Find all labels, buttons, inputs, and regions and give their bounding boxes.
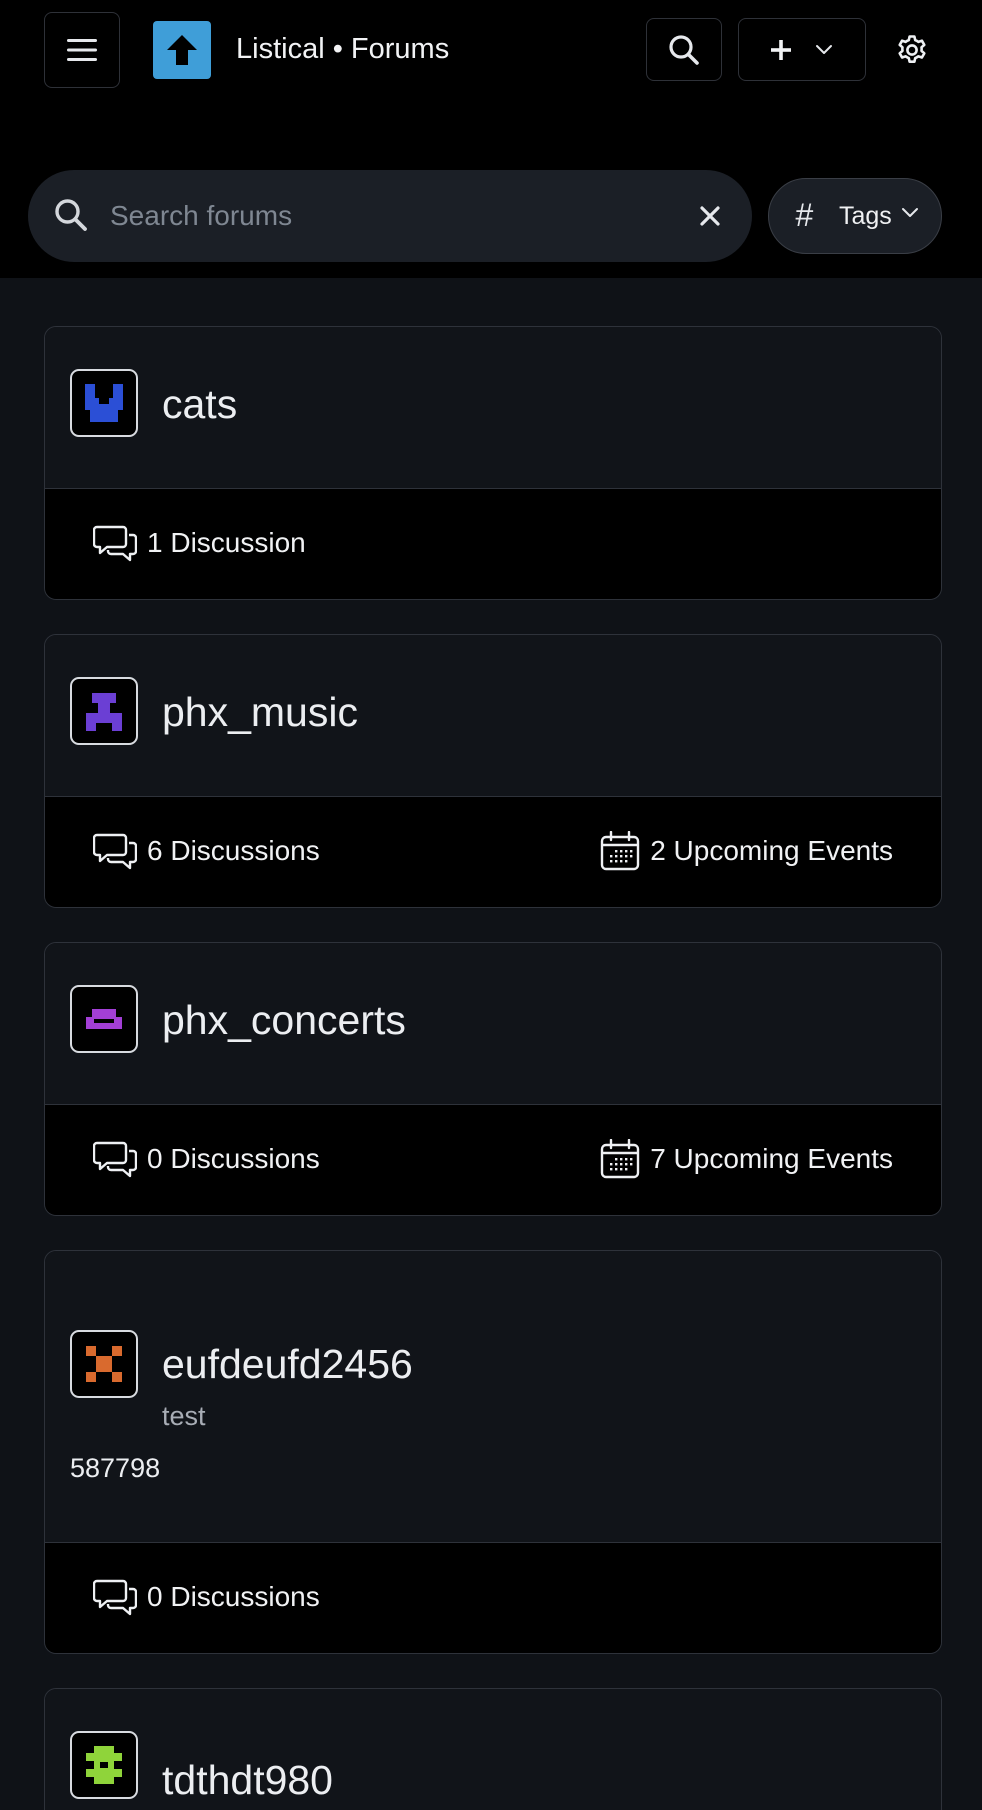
discussions-count: 6 Discussions [147,835,320,866]
tags-filter-button[interactable]: # Tags [768,178,942,254]
forum-card[interactable]: phx_concerts 0 Discussions 7 Upcoming Ev… [44,942,942,1216]
events-count: 2 Upcoming Events [650,835,893,866]
forum-stats: 6 Discussions 2 Upcoming Events [45,797,941,907]
discussions-stat[interactable]: 6 Discussions [93,831,320,871]
chevron-down-icon [902,208,918,217]
gear-icon [898,34,926,63]
chat-bubbles-icon [93,1141,137,1178]
forum-name[interactable]: cats [162,379,237,429]
forum-card[interactable]: tdthdt980 [44,1688,942,1810]
forum-avatar[interactable] [70,677,138,745]
chat-bubbles-icon [93,833,137,870]
forum-description: test [162,1401,206,1431]
forum-stats: 0 Discussions [45,1543,941,1653]
forum-stats: 1 Discussion [45,489,941,599]
search-input[interactable] [110,190,690,242]
discussions-count: 0 Discussions [147,1143,320,1174]
discussions-count: 1 Discussion [147,527,306,558]
forum-name[interactable]: phx_concerts [162,995,406,1045]
calendar-icon [601,831,640,871]
events-stat[interactable]: 7 Upcoming Events [600,1139,893,1179]
forum-extra-text: 587798 [70,1453,161,1483]
hamburger-menu-icon [67,39,97,61]
pixel-avatar-icon [86,693,122,731]
tags-label: Tags [839,202,892,230]
forum-name[interactable]: phx_music [162,687,358,737]
forum-avatar[interactable] [70,369,138,437]
pixel-avatar-icon [86,1009,122,1029]
pixel-avatar-icon [86,1346,122,1382]
forum-name[interactable]: eufdeufd2456 [162,1339,413,1389]
forum-name[interactable]: tdthdt980 [162,1755,333,1805]
calendar-icon [601,1139,640,1179]
forum-avatar[interactable] [70,985,138,1053]
forum-card[interactable]: cats 1 Discussion [44,326,942,600]
settings-button[interactable] [880,18,944,81]
chat-bubbles-icon [93,1579,137,1616]
discussions-count: 0 Discussions [147,1581,320,1612]
search-icon [669,34,699,65]
discussions-stat[interactable]: 0 Discussions [93,1577,320,1617]
clear-search-button[interactable] [692,198,728,234]
events-count: 7 Upcoming Events [650,1143,893,1174]
search-row: # Tags [0,100,982,278]
create-button[interactable] [738,18,866,81]
forum-stats: 0 Discussions 7 Upcoming Events [45,1105,941,1215]
chat-bubbles-icon [93,525,137,562]
search-icon [55,199,87,231]
top-bar: Listical • Forums [0,0,982,100]
hash-icon: # [795,197,813,233]
forum-list: cats 1 Discussion phx_music 6 Discussion… [0,278,982,1810]
forum-avatar[interactable] [70,1731,138,1799]
pixel-avatar-icon [86,1746,122,1784]
up-arrow-logo-icon [167,35,197,65]
app-title[interactable]: Listical • Forums [236,28,449,70]
pixel-avatar-icon [85,384,123,422]
close-icon [700,206,720,226]
forum-card[interactable]: phx_music 6 Discussions 2 Upcoming Event… [44,634,942,908]
search-bar [28,170,752,262]
plus-icon [771,39,791,60]
app-logo[interactable] [153,21,211,79]
discussions-stat[interactable]: 1 Discussion [93,523,306,563]
forum-card[interactable]: eufdeufd2456 test 587798 0 Discussions [44,1250,942,1654]
forum-avatar[interactable] [70,1330,138,1398]
menu-button[interactable] [44,12,120,88]
search-button[interactable] [646,18,722,81]
chevron-down-icon [816,45,832,54]
events-stat[interactable]: 2 Upcoming Events [600,831,893,871]
discussions-stat[interactable]: 0 Discussions [93,1139,320,1179]
